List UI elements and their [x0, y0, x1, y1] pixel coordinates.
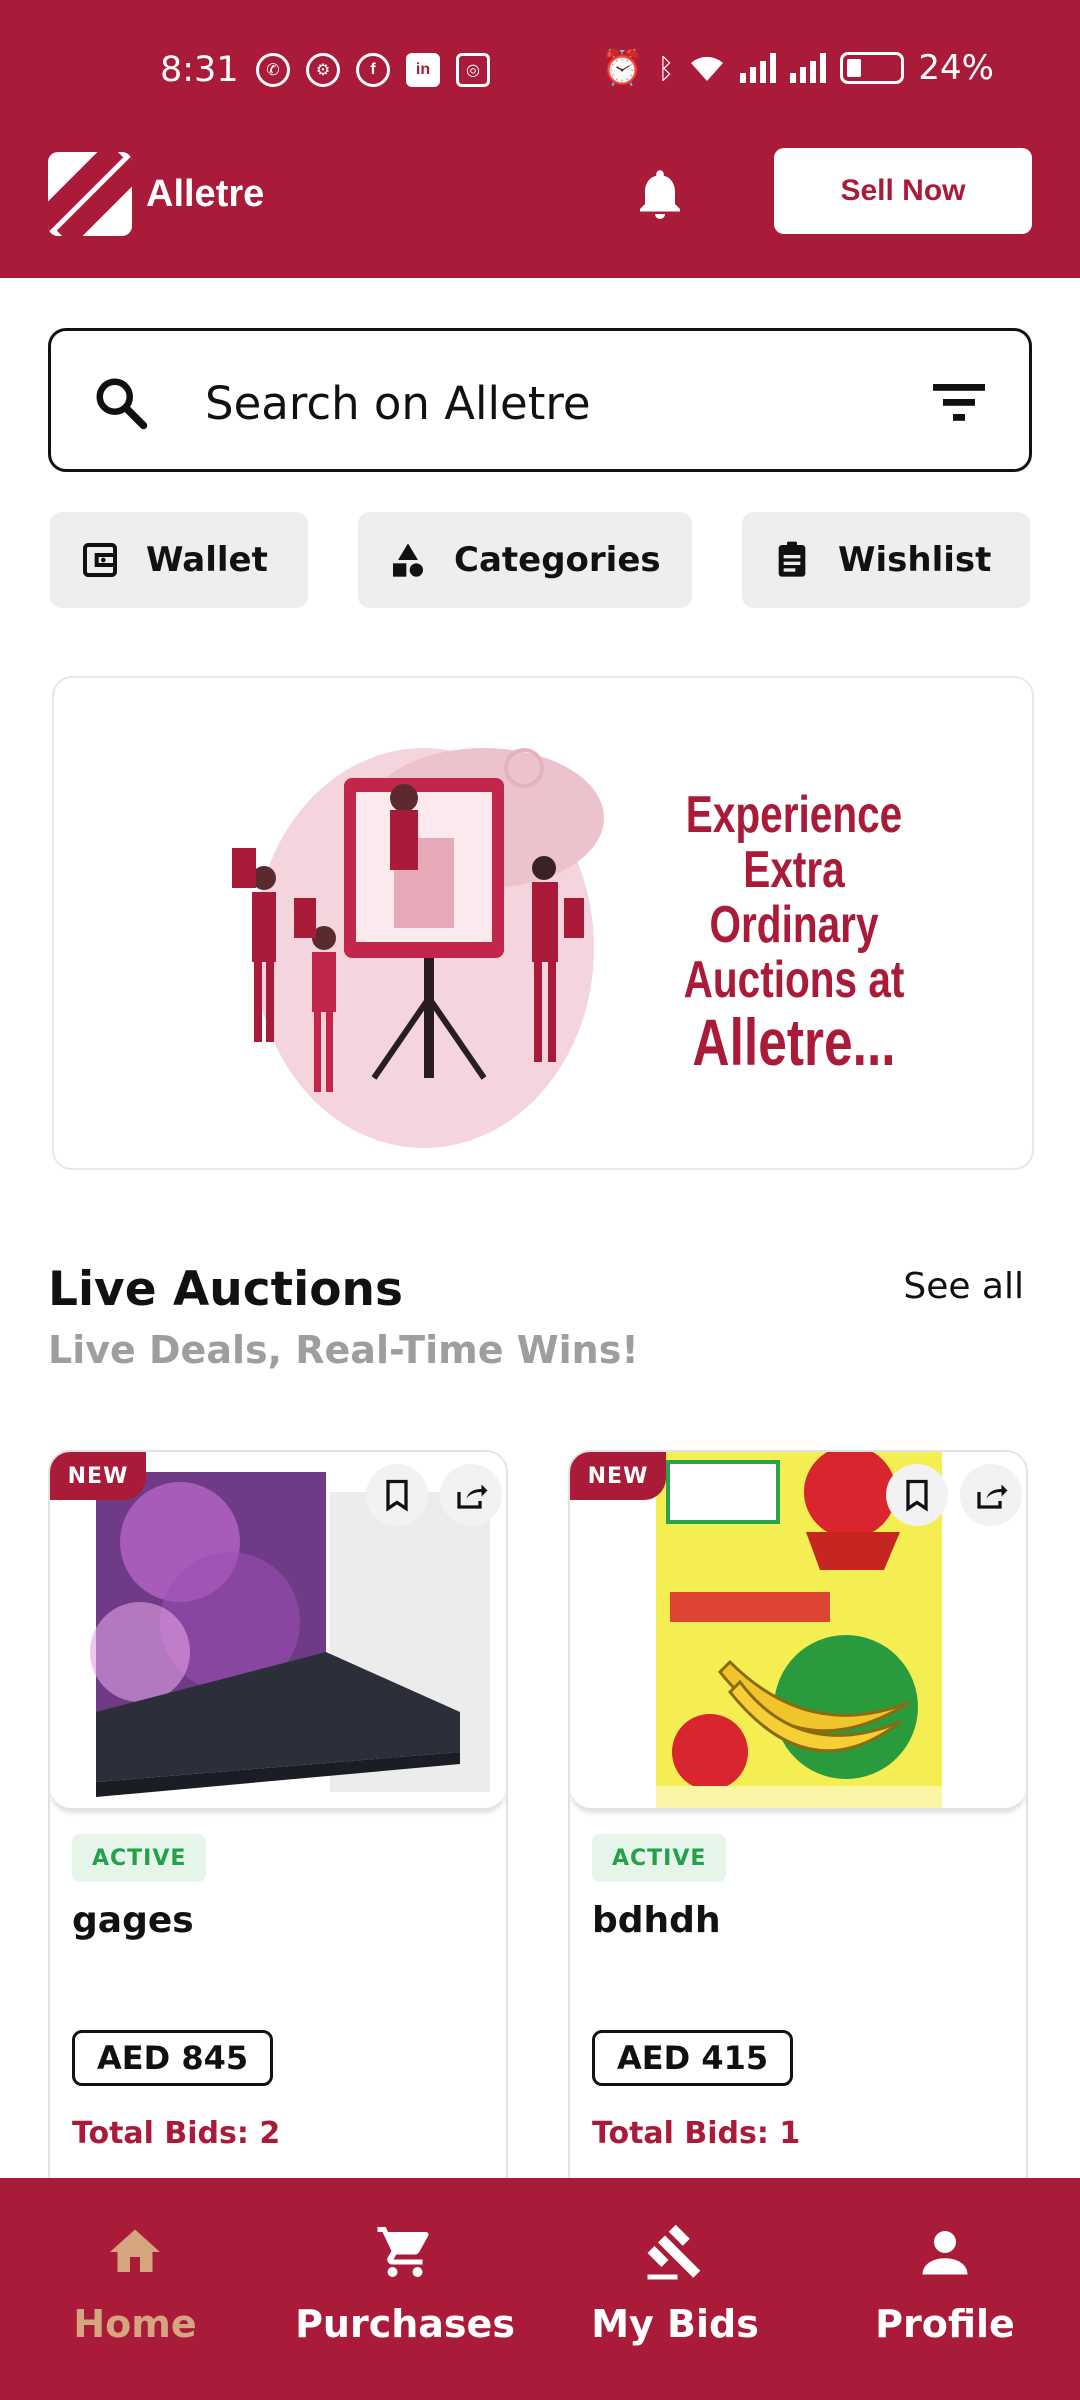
search-input[interactable]	[205, 367, 905, 439]
banner-headline: Experience Extra Ordinary Auctions at Al…	[677, 786, 911, 1080]
clipboard-icon	[778, 541, 806, 577]
battery-icon	[840, 52, 905, 84]
signal-icon	[740, 53, 777, 83]
banner-line: Extra Ordinary	[709, 841, 879, 955]
laptop-image	[50, 1452, 506, 1808]
nav-purchases[interactable]: Purchases	[270, 2178, 540, 2400]
wishlist-button[interactable]: Wishlist	[742, 512, 1030, 608]
auction-image	[570, 1452, 1026, 1810]
nav-profile[interactable]: Profile	[810, 2178, 1080, 2400]
banner-line: Experience	[685, 786, 903, 844]
see-all-link[interactable]: See all	[903, 1266, 1024, 1307]
auction-card[interactable]: NEW ACTIVE gages AED 845 Total Bids: 2	[48, 1450, 508, 2210]
auction-illustration	[232, 748, 604, 1148]
live-auctions-title: Live Auctions	[48, 1262, 403, 1317]
auction-price: AED 415	[592, 2030, 794, 2086]
nav-label: Purchases	[295, 2302, 515, 2346]
wifi-icon	[691, 56, 724, 81]
alarm-icon: ⏰	[601, 48, 644, 88]
wishlist-label: Wishlist	[838, 540, 992, 580]
auction-price: AED 845	[72, 2030, 274, 2086]
linkedin-icon: in	[406, 53, 440, 87]
search-icon	[96, 378, 148, 430]
nav-home[interactable]: Home	[0, 2178, 270, 2400]
gavel-icon	[647, 2224, 701, 2280]
battery-percent: 24%	[918, 48, 994, 88]
instagram-icon: ◎	[456, 53, 490, 87]
auction-title: gages	[72, 1900, 194, 1941]
person-icon	[922, 2231, 968, 2275]
bookmark-button[interactable]	[366, 1464, 428, 1526]
nav-my-bids[interactable]: My Bids	[540, 2178, 810, 2400]
nav-label: My Bids	[591, 2302, 759, 2346]
total-bids: Total Bids: 2	[72, 2116, 281, 2151]
categories-icon	[393, 543, 423, 577]
categories-label: Categories	[454, 540, 661, 580]
status-bar: 8:31 ✆ ⚙ f in ◎ ⏰ ᛒ 24%	[0, 0, 1080, 140]
filter-icon[interactable]	[929, 377, 989, 427]
new-badge: NEW	[50, 1452, 146, 1500]
live-auctions-subtitle: Live Deals, Real-Time Wins!	[48, 1328, 639, 1372]
app-logo[interactable]: Alletre	[48, 152, 264, 236]
settings-icon: ⚙	[306, 53, 340, 87]
bookmark-icon	[906, 1479, 928, 1512]
status-time: 8:31	[160, 50, 239, 90]
facebook-icon: f	[356, 53, 390, 87]
total-bids: Total Bids: 1	[592, 2116, 801, 2151]
banner-line: Alletre...	[692, 1005, 896, 1080]
bottom-navigation: Home Purchases My Bids Profile	[0, 2178, 1080, 2400]
logo-icon	[48, 152, 132, 236]
whatsapp-icon: ✆	[256, 53, 290, 87]
share-button[interactable]	[960, 1464, 1022, 1526]
wallet-button[interactable]: Wallet	[50, 512, 308, 608]
status-badge: ACTIVE	[592, 1834, 727, 1882]
promo-banner[interactable]: Experience Extra Ordinary Auctions at Al…	[52, 676, 1034, 1170]
nav-label: Profile	[875, 2302, 1015, 2346]
cart-icon	[377, 2227, 429, 2277]
home-icon	[110, 2229, 160, 2272]
bookmark-button[interactable]	[886, 1464, 948, 1526]
share-icon	[457, 1484, 488, 1509]
bell-icon[interactable]	[630, 164, 690, 224]
auction-title: bdhdh	[592, 1900, 721, 1941]
system-icons: ⏰ ᛒ 24%	[601, 48, 994, 88]
auction-card[interactable]: NEW ACTIVE bdhdh AED 415 Total Bids: 1	[568, 1450, 1028, 2210]
sale-flyer-image	[570, 1452, 1026, 1808]
bluetooth-icon: ᛒ	[657, 51, 675, 85]
notification-icons: ✆ ⚙ f in ◎	[256, 53, 490, 87]
auction-image	[50, 1452, 506, 1810]
sell-now-button[interactable]: Sell Now	[774, 148, 1032, 234]
wallet-icon	[83, 543, 118, 577]
bookmark-icon	[386, 1479, 408, 1512]
status-badge: ACTIVE	[72, 1834, 207, 1882]
app-name: Alletre	[146, 172, 265, 215]
share-icon	[977, 1484, 1008, 1509]
share-button[interactable]	[440, 1464, 502, 1526]
banner-line: Auctions at	[683, 951, 905, 1010]
search-bar[interactable]	[48, 328, 1032, 472]
signal-roaming-icon	[790, 53, 827, 83]
nav-label: Home	[73, 2302, 197, 2346]
categories-button[interactable]: Categories	[358, 512, 692, 608]
new-badge: NEW	[570, 1452, 666, 1500]
app-header: 8:31 ✆ ⚙ f in ◎ ⏰ ᛒ 24% Alletre Sell Now	[0, 0, 1080, 278]
wallet-label: Wallet	[146, 540, 268, 580]
